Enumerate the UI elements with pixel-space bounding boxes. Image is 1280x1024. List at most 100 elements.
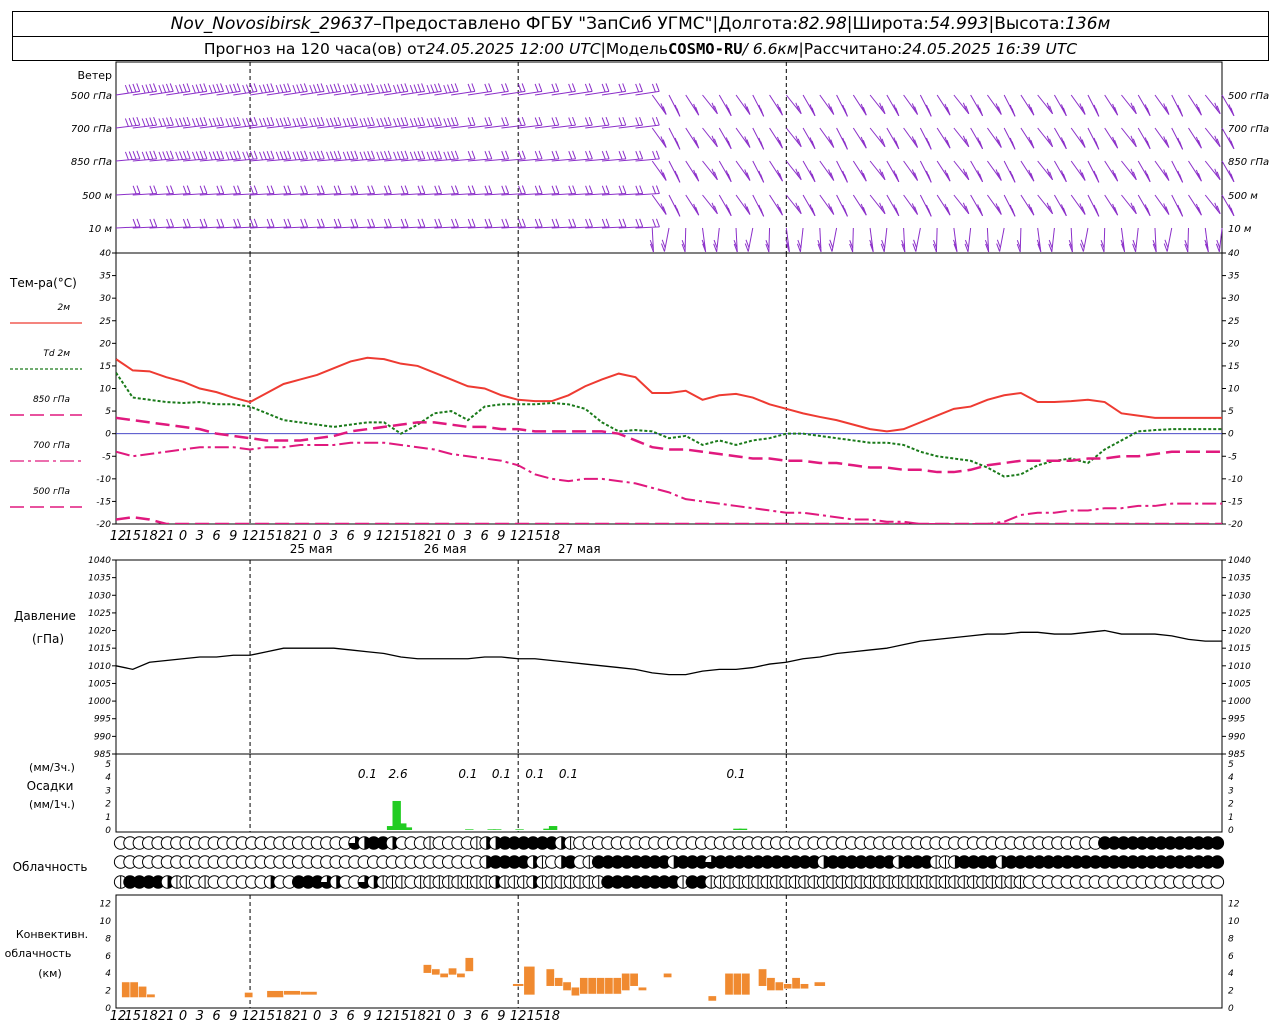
- wind-barb: [903, 194, 919, 215]
- wind-barb-feather: [534, 117, 539, 126]
- wind-barb-feather: [212, 117, 217, 127]
- hour-tick-label: 6: [481, 529, 489, 544]
- pres-frame: [115, 559, 1223, 755]
- wind-barb: [649, 227, 654, 253]
- wind-barb-staff: [1154, 194, 1170, 215]
- wind-barb-feather: [249, 185, 254, 194]
- wind-barb-feather: [605, 218, 610, 228]
- wind-barb: [1188, 194, 1202, 216]
- wind-barb-feather: [166, 218, 171, 228]
- wind-barb-staff: [802, 160, 816, 183]
- wind-barb-feather: [409, 84, 414, 94]
- wind-barb-feather: [208, 84, 213, 94]
- wind-barb-feather: [400, 218, 405, 228]
- conv-bar: [512, 983, 525, 987]
- hour-tick-label: 3: [330, 1009, 338, 1024]
- wind-barb: [467, 116, 493, 129]
- wind-barb-feather: [128, 84, 133, 93]
- wind-barb-feather: [484, 218, 489, 228]
- conv-bar: [456, 972, 466, 978]
- wind-barb-feather: [283, 83, 288, 93]
- series-line-t700: [116, 441, 1222, 524]
- wind-barb: [451, 116, 476, 129]
- wind-barb-staff: [685, 94, 700, 116]
- wind-barb-staff: [936, 194, 951, 216]
- wind-barb: [668, 194, 681, 217]
- wind-barb-feather: [166, 185, 171, 194]
- wind-barb-feather: [605, 150, 610, 160]
- wind-barb: [702, 160, 718, 181]
- wind-barb-feather: [438, 150, 443, 160]
- wind-barb-feather: [337, 218, 342, 228]
- wind-barb: [1087, 127, 1100, 150]
- wind-barb-feather: [199, 151, 204, 160]
- wind-barb-feather: [182, 218, 187, 228]
- wind-barb-feather: [371, 150, 375, 160]
- wind-barb: [1204, 194, 1221, 215]
- wind-barb-feather: [488, 185, 493, 194]
- conv-bar: [637, 986, 647, 991]
- wind-barb-feather: [303, 116, 308, 126]
- wind-barb-staff: [999, 227, 1005, 252]
- wind-barb-feather: [443, 118, 448, 127]
- wind-barb-feather: [175, 118, 180, 127]
- wind-barb-feather: [225, 118, 230, 127]
- wind-barb-feather: [585, 151, 590, 160]
- wind-barb: [1048, 227, 1055, 253]
- wind-barb-feather: [333, 218, 338, 228]
- wind-barb-feather: [242, 84, 247, 94]
- wind-barb-staff: [1188, 194, 1202, 216]
- wind-barb-feather: [253, 185, 258, 194]
- wind-barb-feather: [359, 84, 364, 94]
- wind-barb: [733, 227, 738, 253]
- wind-barb-feather: [203, 185, 208, 194]
- wind-barb-staff: [986, 127, 1002, 148]
- wind-barb: [936, 160, 951, 182]
- wind-barb-staff: [769, 160, 783, 182]
- wind-barb: [1003, 127, 1016, 150]
- wind-barb-feather: [370, 116, 375, 126]
- precip-3h-label: 0.1: [492, 767, 511, 781]
- wind-barb-feather: [132, 185, 137, 194]
- wind-barb-feather: [517, 117, 522, 126]
- wind-barb: [919, 160, 932, 183]
- wind-barb-feather: [601, 185, 606, 194]
- wind-barb-staff: [1037, 160, 1053, 181]
- wind-barb-staff: [1053, 160, 1067, 183]
- wind-barb-staff: [702, 160, 718, 181]
- wind-barb: [936, 194, 951, 216]
- wind-barb-staff: [1188, 94, 1202, 116]
- wind-barb-feather: [124, 151, 129, 161]
- wind-barb-staff: [1204, 127, 1221, 148]
- wind-barb-feather: [505, 218, 510, 228]
- temp-tick-label: 15: [1228, 362, 1240, 372]
- wind-barb-feather: [471, 83, 476, 92]
- wind-barb-feather: [309, 151, 314, 161]
- wind-barb-feather: [430, 84, 435, 93]
- wind-barb-staff: [785, 160, 802, 181]
- pressure-tick-label: 1040: [1228, 556, 1251, 566]
- wind-barb: [1053, 160, 1067, 183]
- wind-barb-feather: [555, 185, 560, 194]
- wind-barb-feather: [325, 84, 330, 94]
- wind-barb: [953, 160, 970, 181]
- wind-barb-feather: [521, 116, 526, 126]
- wind-barb-feather: [229, 84, 234, 93]
- wind-barb-feather: [451, 151, 455, 160]
- wind-barb: [1171, 194, 1184, 217]
- wind-barb-feather: [283, 218, 288, 228]
- conv-bar: [300, 991, 318, 996]
- wind-barb-feather: [136, 218, 141, 228]
- wind-barb: [1184, 227, 1189, 253]
- wind-barb-staff: [685, 160, 700, 182]
- wind-barb-staff: [1204, 194, 1221, 215]
- wind-barb-staff: [735, 194, 751, 215]
- wind-barb-feather: [384, 185, 388, 194]
- wind-barb-feather: [136, 150, 141, 160]
- wind-barb-feather: [233, 83, 237, 93]
- wind-barb-feather: [212, 84, 217, 93]
- wind-barb-feather: [635, 83, 640, 93]
- wind-barb: [819, 127, 835, 148]
- wind-barb-staff: [1104, 94, 1119, 116]
- hour-tick-label: 0: [179, 1009, 187, 1024]
